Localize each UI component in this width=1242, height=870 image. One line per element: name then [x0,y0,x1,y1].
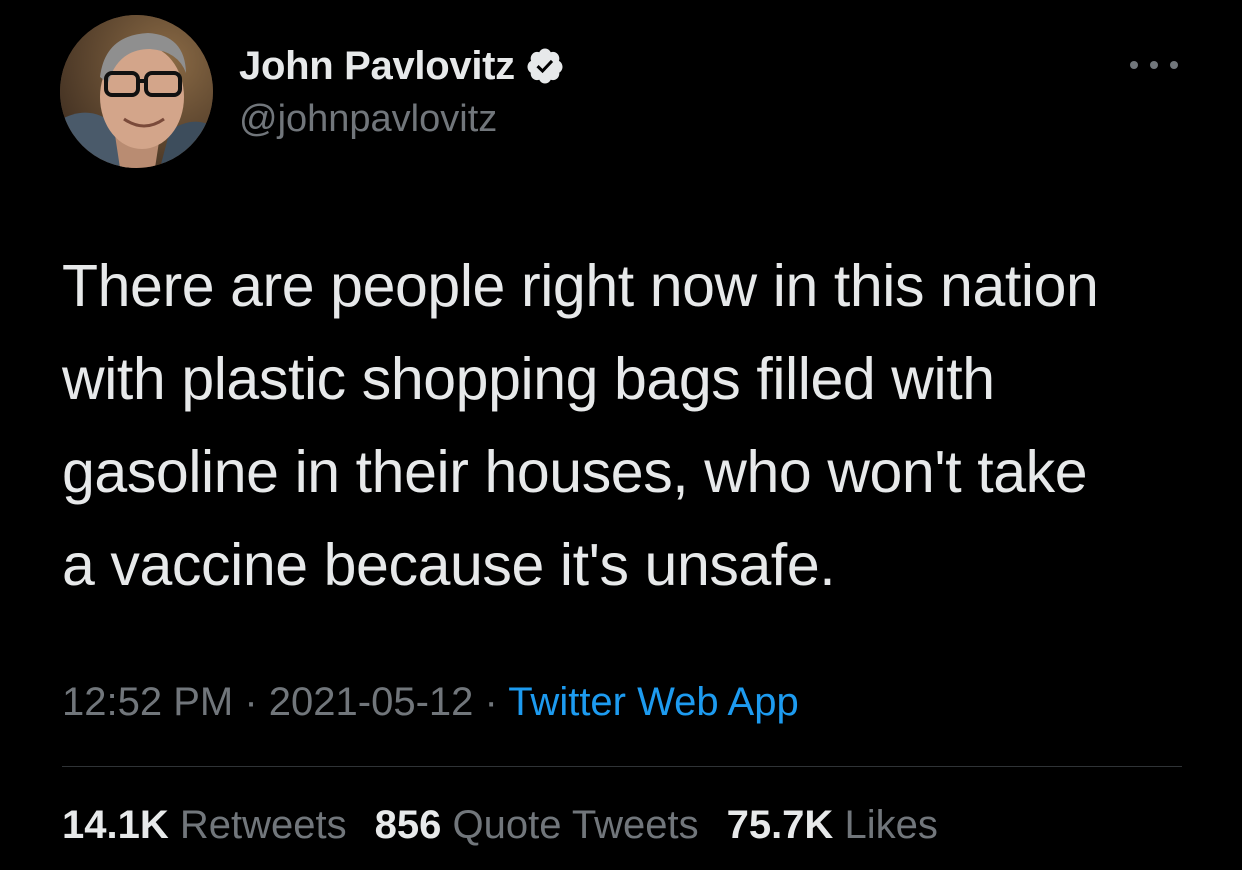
quote-tweets-stat[interactable]: 856 Quote Tweets [375,803,699,848]
likes-label: Likes [844,803,938,847]
tweet-time[interactable]: 12:52 PM [62,680,233,724]
tweet-stats: 14.1K Retweets 856 Quote Tweets 75.7K Li… [62,803,966,848]
profile-photo-icon [60,15,213,168]
meta-separator: · [473,680,509,724]
more-dot-icon [1130,61,1138,69]
divider [62,766,1182,767]
tweet-meta: 12:52 PM · 2021-05-12 · Twitter Web App [62,680,799,725]
tweet-date[interactable]: 2021-05-12 [269,680,474,724]
quote-tweets-label: Quote Tweets [452,803,699,847]
more-dot-icon [1170,61,1178,69]
verified-badge-icon [525,46,565,86]
meta-separator: · [233,680,269,724]
quote-tweets-count: 856 [374,803,442,847]
avatar[interactable] [60,15,213,168]
likes-count: 75.7K [726,803,834,847]
author-name[interactable]: John Pavlovitz [239,44,515,89]
author-name-row[interactable]: John Pavlovitz [239,43,565,89]
likes-stat[interactable]: 75.7K Likes [727,803,938,848]
author-handle[interactable]: @johnpavlovitz [239,98,497,141]
retweets-label: Retweets [179,803,347,847]
retweets-count: 14.1K [62,803,169,847]
retweets-stat[interactable]: 14.1K Retweets [62,803,347,848]
more-dot-icon [1150,61,1158,69]
tweet-source-link[interactable]: Twitter Web App [508,680,799,724]
more-options-button[interactable] [1130,50,1178,80]
tweet-card: John Pavlovitz @johnpavlovitz There are … [0,0,1242,870]
tweet-text: There are people right now in this natio… [62,253,1099,598]
